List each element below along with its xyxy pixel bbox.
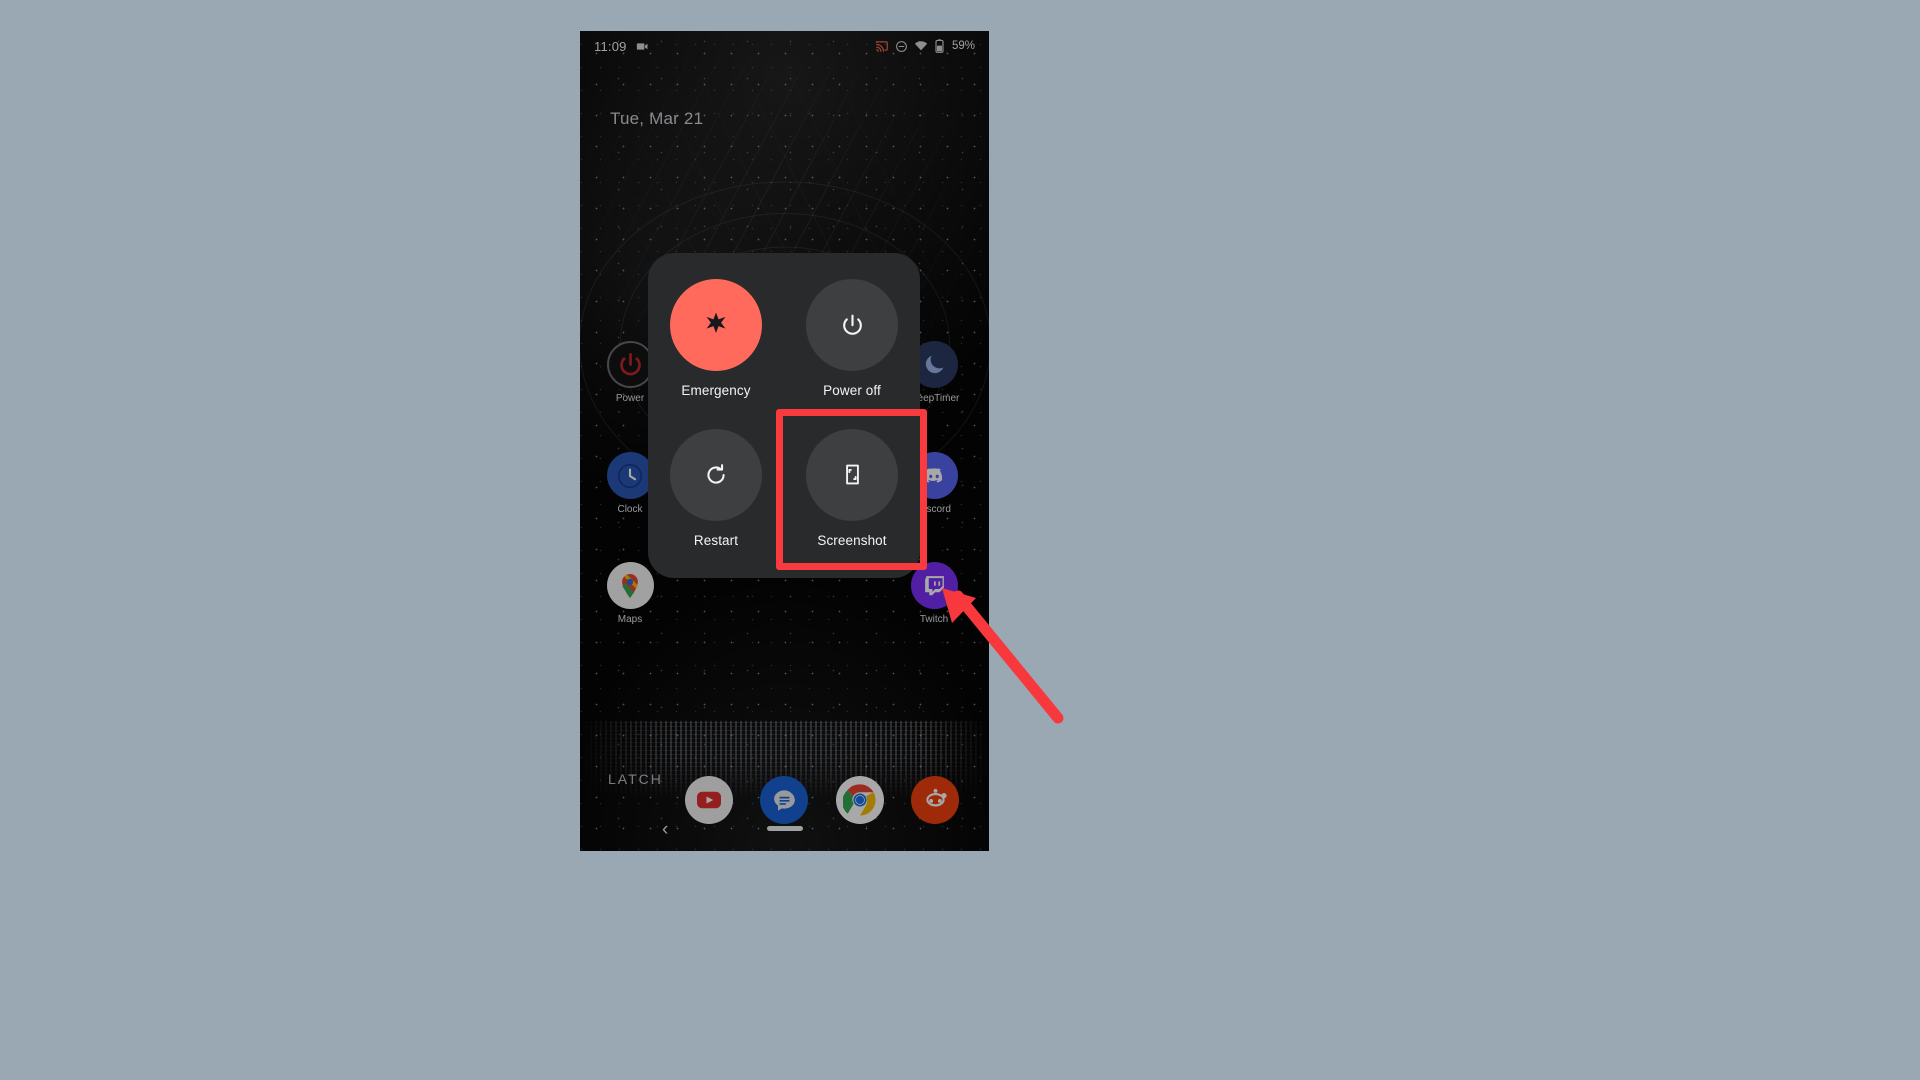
power-menu-label: Power off (823, 383, 881, 398)
restart-icon (670, 428, 762, 521)
emergency-star-icon (670, 279, 762, 371)
phone-screen: LATCH 11:09 59% Tue, Mar 21 Power SleepT… (580, 31, 989, 851)
screenshot-icon (806, 428, 898, 521)
power-menu-row-2: Restart Screenshot (648, 428, 920, 579)
power-menu-option-screenshot[interactable]: Screenshot (793, 428, 911, 579)
power-menu-label: Screenshot (817, 532, 887, 548)
power-menu-option-emergency[interactable]: Emergency (657, 279, 775, 429)
power-menu-option-restart[interactable]: Restart (657, 428, 775, 579)
power-menu-label: Emergency (681, 383, 751, 398)
power-menu-option-power-off[interactable]: Power off (793, 279, 911, 429)
screenshot-canvas: LATCH 11:09 59% Tue, Mar 21 Power SleepT… (0, 0, 1920, 1080)
power-off-icon (806, 279, 898, 371)
power-menu-dialog: Emergency Power off Restart Screenshot (648, 253, 920, 578)
power-menu-label: Restart (693, 532, 739, 548)
annotation-arrow (942, 588, 1064, 724)
power-menu-row-1: Emergency Power off (648, 279, 920, 429)
